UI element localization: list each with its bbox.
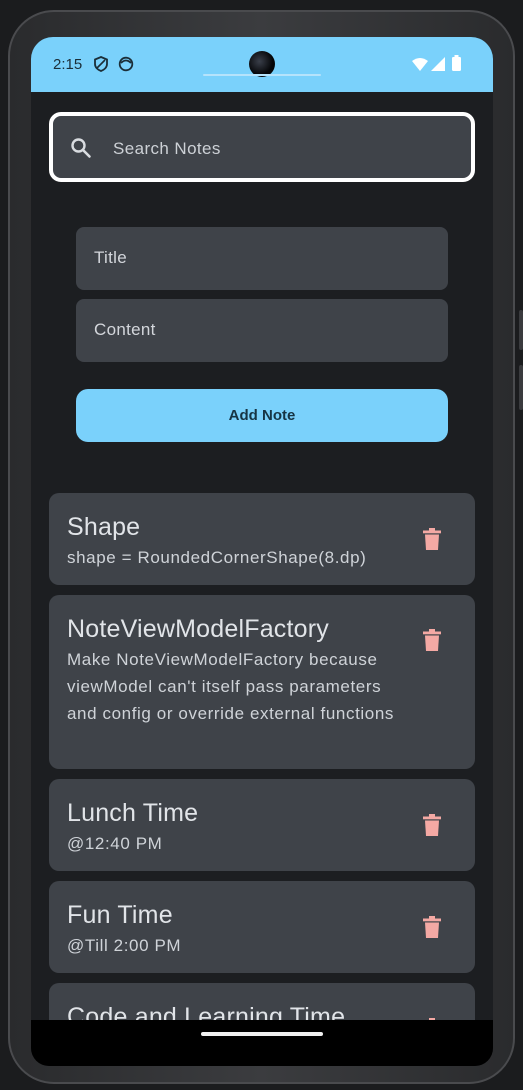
note-title: Code and Learning Time <box>67 1003 346 1020</box>
wifi-icon <box>412 57 428 76</box>
note-card[interactable]: Shape shape = RoundedCornerShape(8.dp) <box>49 493 475 585</box>
search-icon <box>69 136 93 165</box>
delete-icon[interactable] <box>423 814 441 841</box>
note-title: Fun Time <box>67 901 173 929</box>
note-content: @12:40 PM <box>67 834 163 853</box>
title-field[interactable]: Title <box>76 227 448 290</box>
note-content: Make NoteViewModelFactory because viewMo… <box>67 650 394 723</box>
content-field[interactable]: Content <box>76 299 448 362</box>
content-placeholder: Content <box>94 320 156 339</box>
status-bar: 2:15 <box>31 37 493 92</box>
add-note-button[interactable]: Add Note <box>76 389 448 442</box>
screen: 2:15 Search Notes Title Content Add Note… <box>31 37 493 1066</box>
note-card[interactable]: NoteViewModelFactory Make NoteViewModelF… <box>49 595 475 769</box>
navigation-bar <box>31 1020 493 1066</box>
battery-icon <box>452 55 461 76</box>
note-card[interactable]: Fun Time @Till 2:00 PM <box>49 881 475 973</box>
note-content: @Till 2:00 PM <box>67 936 182 955</box>
delete-icon[interactable] <box>423 528 441 555</box>
status-time: 2:15 <box>53 56 83 73</box>
note-content: shape = RoundedCornerShape(8.dp) <box>67 548 367 567</box>
signal-icon <box>431 57 445 76</box>
delete-icon[interactable] <box>423 629 441 656</box>
search-placeholder: Search Notes <box>113 139 221 158</box>
note-title: Shape <box>67 513 141 541</box>
home-gesture-handle[interactable] <box>201 1032 323 1036</box>
face-icon <box>118 56 134 77</box>
shield-icon <box>93 56 109 77</box>
note-card[interactable]: Lunch Time @12:40 PM <box>49 779 475 871</box>
delete-icon[interactable] <box>423 916 441 943</box>
note-title: NoteViewModelFactory <box>67 615 329 643</box>
title-placeholder: Title <box>94 248 127 267</box>
earpiece <box>203 74 321 76</box>
power-button <box>519 365 523 410</box>
note-title: Lunch Time <box>67 799 199 827</box>
note-card[interactable]: Code and Learning Time <box>49 983 475 1020</box>
volume-button <box>519 310 523 350</box>
search-input[interactable]: Search Notes <box>49 112 475 182</box>
main-content: Search Notes Title Content Add Note Shap… <box>31 92 493 1020</box>
